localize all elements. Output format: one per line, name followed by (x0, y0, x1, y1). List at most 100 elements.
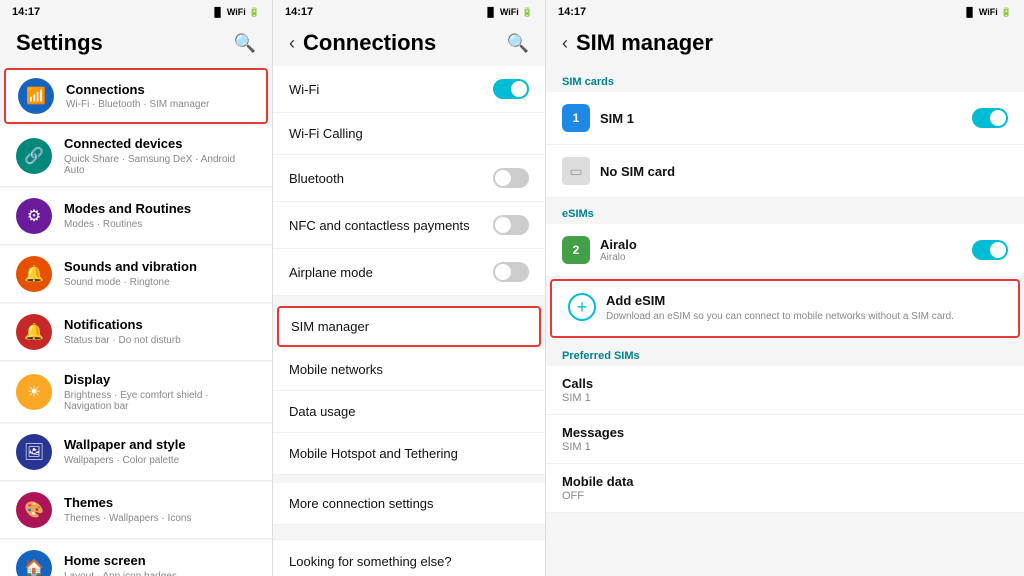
home-title: Home screen (64, 553, 256, 570)
sim-manager-title: SIM manager (576, 30, 713, 56)
modes-subtitle: Modes · Routines (64, 219, 256, 230)
add-esim-item[interactable]: + Add eSIM Download an eSIM so you can c… (550, 279, 1020, 338)
connected-devices-icon: 🔗 (16, 138, 52, 174)
connections-subtitle: Wi-Fi · Bluetooth · SIM manager (66, 99, 254, 110)
sim-manager-panel: 14:17 ▐▌ WiFi 🔋 ‹ SIM manager SIM cards … (546, 0, 1024, 576)
nfc-toggle[interactable] (493, 215, 529, 235)
home-subtitle: Layout · App icon badges (64, 571, 256, 576)
settings-header: Settings 🔍 (0, 22, 272, 66)
time-1: 14:17 (12, 6, 40, 18)
sim-back-arrow-icon[interactable]: ‹ (562, 33, 568, 54)
section-gap-3 (273, 525, 545, 533)
wifi-toggle[interactable] (493, 79, 529, 99)
airalo-sub: Airalo (600, 252, 972, 263)
display-icon: ☀ (16, 374, 52, 410)
no-sim-item: ▭ No SIM card (546, 145, 1024, 198)
search-icon[interactable]: 🔍 (234, 33, 256, 54)
sounds-subtitle: Sound mode · Ringtone (64, 277, 256, 288)
messages-value: SIM 1 (562, 441, 1008, 453)
themes-title: Themes (64, 495, 256, 512)
display-title: Display (64, 372, 256, 389)
home-icon: 🏠 (16, 550, 52, 576)
conn-item-bluetooth[interactable]: Bluetooth (273, 155, 545, 202)
mobile-data-pref-item[interactable]: Mobile data OFF (546, 464, 1024, 513)
add-esim-desc: Download an eSIM so you can connect to m… (606, 310, 1002, 324)
conn-item-airplane[interactable]: Airplane mode (273, 249, 545, 296)
conn-item-wifi-calling[interactable]: Wi-Fi Calling (273, 113, 545, 155)
wallpaper-subtitle: Wallpapers · Color palette (64, 455, 256, 466)
status-bar-1: 14:17 ▐▌ WiFi 🔋 (0, 0, 272, 22)
settings-panel: 14:17 ▐▌ WiFi 🔋 Settings 🔍 📶 Connections… (0, 0, 273, 576)
sim-list: SIM cards 1 SIM 1 ▭ No SIM card eSIMs 2 … (546, 66, 1024, 576)
airalo-toggle[interactable] (972, 240, 1008, 260)
connected-devices-subtitle: Quick Share · Samsung DeX · Android Auto (64, 154, 256, 176)
airalo-name: Airalo (600, 237, 972, 252)
wallpaper-icon: 🖼 (16, 434, 52, 470)
modes-title: Modes and Routines (64, 201, 256, 218)
conn-item-wifi[interactable]: Wi-Fi (273, 66, 545, 113)
sim1-badge: 1 (562, 104, 590, 132)
looking-for-box[interactable]: Looking for something else? (273, 539, 545, 576)
add-esim-title: Add eSIM (606, 293, 1002, 308)
sim1-item[interactable]: 1 SIM 1 (546, 92, 1024, 145)
settings-item-sounds[interactable]: 🔔 Sounds and vibration Sound mode · Ring… (0, 246, 272, 303)
airalo-item[interactable]: 2 Airalo Airalo (546, 224, 1024, 277)
sim-manager-header: ‹ SIM manager (546, 22, 1024, 66)
conn-item-hotspot[interactable]: Mobile Hotspot and Tethering (273, 433, 545, 475)
sim-cards-header: SIM cards (546, 66, 1024, 92)
wallpaper-title: Wallpaper and style (64, 437, 256, 454)
settings-item-display[interactable]: ☀ Display Brightness · Eye comfort shiel… (0, 362, 272, 423)
status-bar-3: 14:17 ▐▌ WiFi 🔋 (546, 0, 1024, 22)
mobile-data-label: Mobile data (562, 474, 1008, 489)
section-gap-2 (273, 475, 545, 483)
settings-list: 📶 Connections Wi-Fi · Bluetooth · SIM ma… (0, 66, 272, 576)
conn-item-data-usage[interactable]: Data usage (273, 391, 545, 433)
sounds-icon: 🔔 (16, 256, 52, 292)
connections-header: ‹ Connections 🔍 (273, 22, 545, 66)
connected-devices-title: Connected devices (64, 136, 256, 153)
bluetooth-toggle[interactable] (493, 168, 529, 188)
connections-icon: 📶 (18, 78, 54, 114)
settings-item-themes[interactable]: 🎨 Themes Themes · Wallpapers · Icons (0, 482, 272, 539)
themes-subtitle: Themes · Wallpapers · Icons (64, 513, 256, 524)
settings-title: Settings (16, 30, 103, 56)
sim1-toggle[interactable] (972, 108, 1008, 128)
status-bar-2: 14:17 ▐▌ WiFi 🔋 (273, 0, 545, 22)
mobile-data-value: OFF (562, 490, 1008, 502)
connections-title: Connections (303, 30, 436, 56)
connections-panel: 14:17 ▐▌ WiFi 🔋 ‹ Connections 🔍 Wi-Fi Wi… (273, 0, 546, 576)
section-gap-1 (273, 296, 545, 304)
notifications-subtitle: Status bar · Do not disturb (64, 335, 256, 346)
conn-item-nfc[interactable]: NFC and contactless payments (273, 202, 545, 249)
conn-item-mobile-networks[interactable]: Mobile networks (273, 349, 545, 391)
time-2: 14:17 (285, 6, 313, 18)
search-icon-2[interactable]: 🔍 (507, 33, 529, 54)
add-esim-plus-icon: + (568, 293, 596, 321)
settings-item-connected-devices[interactable]: 🔗 Connected devices Quick Share · Samsun… (0, 126, 272, 187)
calls-label: Calls (562, 376, 1008, 391)
no-sim-name: No SIM card (600, 164, 675, 179)
settings-item-modes[interactable]: ⚙ Modes and Routines Modes · Routines (0, 188, 272, 245)
airplane-toggle[interactable] (493, 262, 529, 282)
themes-icon: 🎨 (16, 492, 52, 528)
messages-pref-item[interactable]: Messages SIM 1 (546, 415, 1024, 464)
modes-icon: ⚙ (16, 198, 52, 234)
settings-item-connections[interactable]: 📶 Connections Wi-Fi · Bluetooth · SIM ma… (4, 68, 268, 124)
calls-pref-item[interactable]: Calls SIM 1 (546, 366, 1024, 415)
messages-label: Messages (562, 425, 1008, 440)
status-icons-1: ▐▌ WiFi 🔋 (211, 7, 260, 18)
settings-item-wallpaper[interactable]: 🖼 Wallpaper and style Wallpapers · Color… (0, 424, 272, 481)
esims-header: eSIMs (546, 198, 1024, 224)
sim1-name: SIM 1 (600, 111, 972, 126)
notifications-icon: 🔔 (16, 314, 52, 350)
status-icons-3: ▐▌ WiFi 🔋 (963, 7, 1012, 18)
status-icons-2: ▐▌ WiFi 🔋 (484, 7, 533, 18)
notifications-title: Notifications (64, 317, 256, 334)
settings-item-notifications[interactable]: 🔔 Notifications Status bar · Do not dist… (0, 304, 272, 361)
back-arrow-icon[interactable]: ‹ (289, 33, 295, 54)
conn-item-more-connection[interactable]: More connection settings (273, 483, 545, 525)
settings-item-home[interactable]: 🏠 Home screen Layout · App icon badges (0, 540, 272, 576)
display-subtitle: Brightness · Eye comfort shield · Naviga… (64, 390, 256, 412)
conn-item-sim-manager[interactable]: SIM manager (277, 306, 541, 347)
connections-list: Wi-Fi Wi-Fi Calling Bluetooth NFC and co… (273, 66, 545, 576)
